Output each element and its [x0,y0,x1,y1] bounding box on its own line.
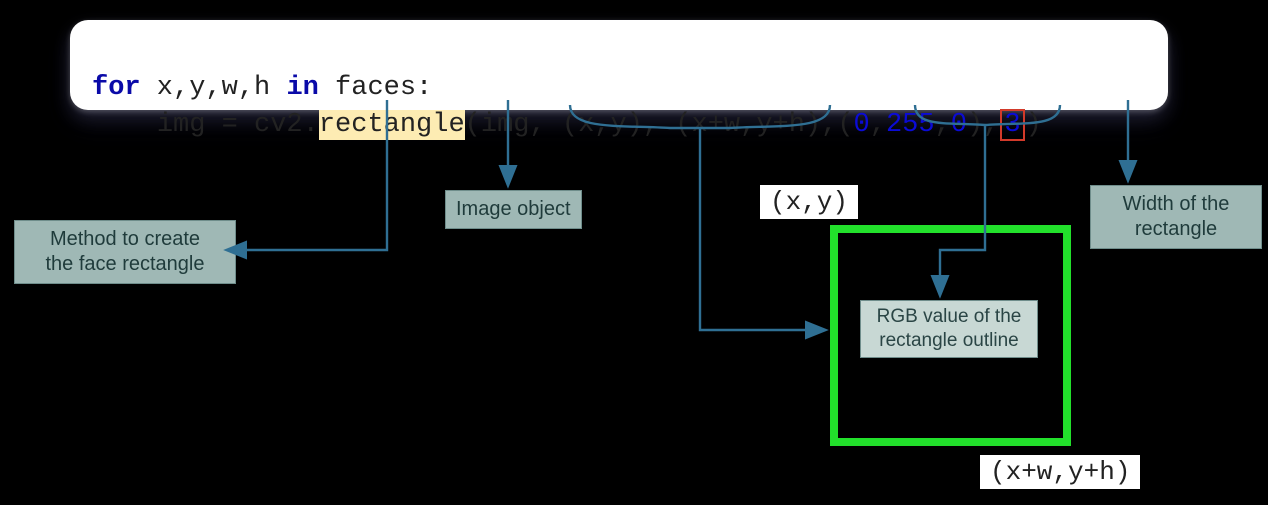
thickness-3-boxed: 3 [1000,109,1024,141]
rgb-0-a: 0 [854,110,870,140]
comma-1: , [870,110,886,140]
method-rectangle: rectangle [319,110,465,140]
keyword-for: for [92,73,141,103]
label-xywh-coord: (x+w,y+h) [980,455,1140,489]
close-paren: ) [1026,110,1042,140]
connector-coords-to-rect [700,150,824,330]
args-text: (img, (x,y), (x+w,y+h),( [465,110,854,140]
loop-variables: x,y,w,h [141,73,287,103]
keyword-in: in [286,73,318,103]
rgb-255: 255 [886,110,935,140]
code-snippet-card: for x,y,w,h in faces: img = cv2.rectangl… [70,20,1168,110]
label-image-object: Image object [445,190,582,229]
label-method: Method to create the face rectangle [14,220,236,284]
label-width: Width of the rectangle [1090,185,1262,249]
label-xy-coord: (x,y) [760,185,858,219]
indent [92,110,157,140]
close-tuple: ), [967,110,999,140]
rgb-0-b: 0 [951,110,967,140]
comma-2: , [935,110,951,140]
loop-iterable: faces: [319,73,432,103]
label-rgb-value: RGB value of the rectangle outline [860,300,1038,358]
assign-text: img = cv2. [157,110,319,140]
